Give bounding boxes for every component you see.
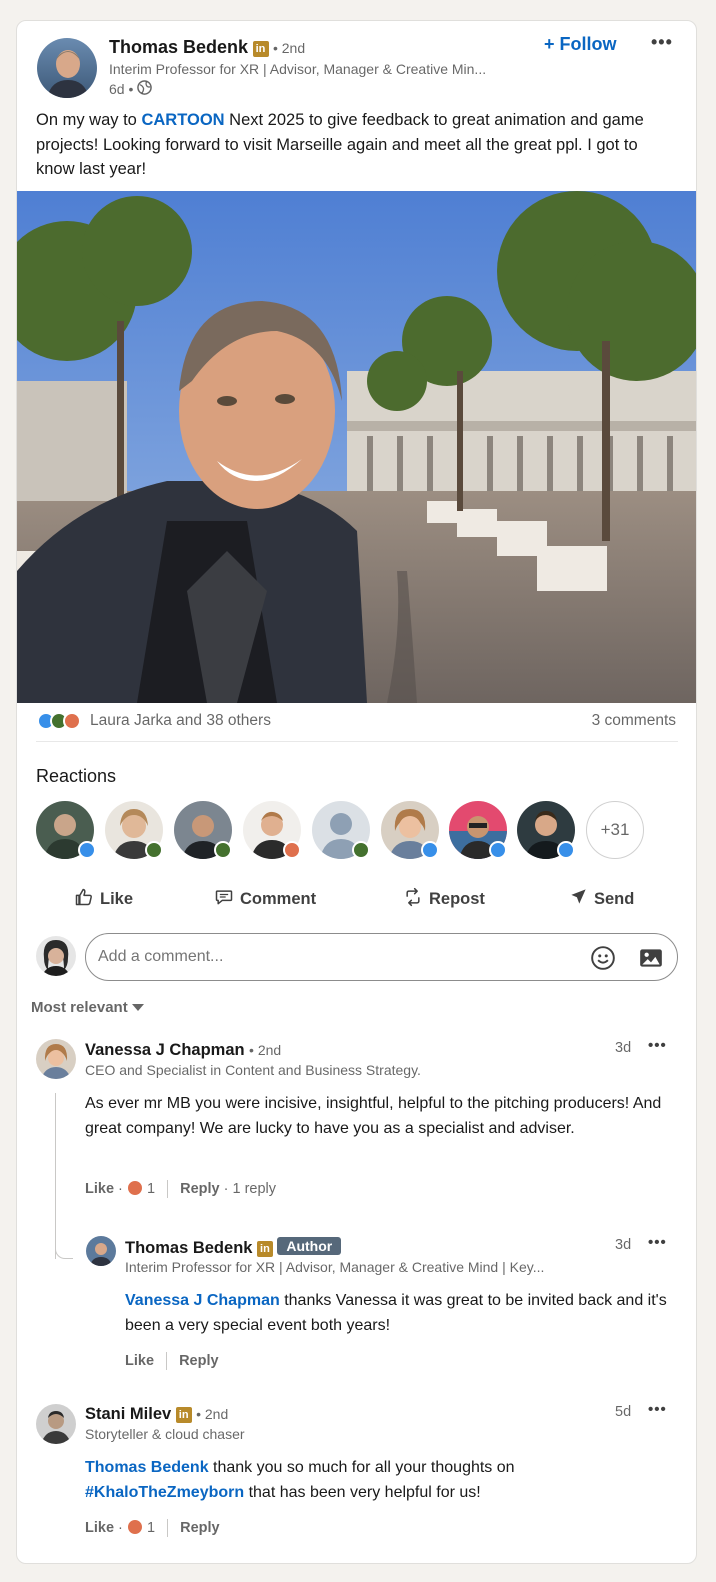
divider (36, 741, 678, 742)
repost-icon (403, 887, 423, 912)
commenter-avatar[interactable] (36, 1039, 76, 1079)
sort-dropdown[interactable]: Most relevant (31, 999, 144, 1016)
commenter-headline: Storyteller & cloud chaser (85, 1426, 245, 1442)
emoji-icon[interactable] (590, 945, 616, 976)
comment-reaction-count[interactable]: 1 (147, 1181, 155, 1197)
comment-button[interactable]: Comment (214, 887, 316, 912)
like-reaction-icon (489, 841, 507, 859)
love-reaction-icon (126, 1180, 143, 1196)
linkedin-premium-icon: in (252, 41, 269, 57)
author-badge: Author (277, 1237, 342, 1255)
post-image[interactable] (17, 191, 696, 703)
author-degree: • 2nd (272, 40, 306, 56)
like-reaction-icon (78, 841, 96, 859)
reactions-heading: Reactions (36, 766, 117, 786)
separator (167, 1180, 169, 1199)
repost-button[interactable]: Repost (403, 887, 485, 912)
love-reaction-icon (126, 1519, 143, 1535)
celebrate-reaction-icon (214, 841, 232, 859)
love-reaction-icon (63, 712, 81, 730)
comment-reply-button[interactable]: Reply (180, 1520, 220, 1536)
more-reactors-button[interactable]: +31 (586, 801, 644, 859)
love-reaction-icon (283, 841, 301, 859)
comment-text: Thomas Bedenk thank you so much for all … (85, 1459, 515, 1501)
reply-text: Vanessa J Chapman thanks Vanessa it was … (125, 1292, 667, 1334)
caret-down-icon (131, 999, 144, 1016)
more-reactors-count: +31 (600, 820, 630, 839)
author-avatar[interactable] (37, 38, 97, 98)
comment-like-button[interactable]: Like (85, 1181, 114, 1197)
reply-reply-button[interactable]: Reply (179, 1353, 219, 1369)
comment-reply-button[interactable]: Reply (180, 1181, 220, 1197)
like-button[interactable]: Like (74, 887, 133, 912)
cartoon-link[interactable]: CARTOON (141, 111, 224, 129)
reactions-summary[interactable]: Laura Jarka and 38 others (90, 712, 271, 730)
reply-author-headline: Interim Professor for XR | Advisor, Mana… (125, 1259, 545, 1275)
linkedin-premium-icon: in (256, 1241, 273, 1257)
comment-options-icon[interactable]: ••• (648, 1037, 667, 1054)
comment-time: 5d (615, 1404, 632, 1420)
commenter-name[interactable]: Vanessa J Chapman (85, 1041, 245, 1059)
commenter-headline: CEO and Specialist in Content and Busine… (85, 1062, 421, 1078)
commenter-degree: • 2nd (249, 1042, 282, 1058)
comment-time: 3d (615, 1040, 632, 1056)
comment-reaction-count[interactable]: 1 (147, 1520, 155, 1536)
reaction-icons[interactable] (37, 712, 89, 730)
reply-options-icon[interactable]: ••• (648, 1234, 667, 1251)
celebrate-reaction-icon (352, 841, 370, 859)
post-time: 6d • (109, 81, 134, 97)
hashtag-link[interactable]: #KhaloTheZmeyborn (85, 1484, 244, 1501)
comment-options-icon[interactable]: ••• (648, 1401, 667, 1418)
separator (167, 1519, 169, 1538)
send-button[interactable]: Send (569, 887, 634, 911)
mention-link[interactable]: Vanessa J Chapman (125, 1292, 280, 1309)
linkedin-premium-icon: in (175, 1407, 192, 1423)
globe-icon (137, 80, 153, 98)
image-icon[interactable] (638, 945, 664, 976)
current-user-avatar (36, 936, 76, 976)
celebrate-reaction-icon (145, 841, 163, 859)
commenter-avatar[interactable] (36, 1404, 76, 1444)
comment-input-field[interactable] (98, 946, 568, 968)
commenter-degree: • 2nd (196, 1406, 229, 1422)
post-card: Thomas Bedenk in • 2nd Interim Professor… (16, 20, 697, 1564)
comment-like-button[interactable]: Like (85, 1520, 114, 1536)
thumbs-up-icon (74, 887, 94, 912)
like-reaction-icon (421, 841, 439, 859)
mention-link[interactable]: Thomas Bedenk (85, 1459, 209, 1476)
send-icon (569, 887, 588, 911)
like-reaction-icon (557, 841, 575, 859)
reply-author-name[interactable]: Thomas Bedenk (125, 1239, 252, 1257)
comments-count[interactable]: 3 comments (592, 712, 676, 730)
more-options-icon[interactable]: ••• (651, 32, 673, 53)
reply-count[interactable]: · 1 reply (224, 1181, 276, 1197)
comment-text: As ever mr MB you were incisive, insight… (85, 1095, 662, 1137)
author-headline: Interim Professor for XR | Advisor, Mana… (109, 61, 487, 77)
thread-curve (55, 1233, 73, 1259)
reply-time: 3d (615, 1237, 632, 1253)
separator (166, 1352, 168, 1370)
reply-like-button[interactable]: Like (125, 1353, 154, 1369)
comment-icon (214, 887, 234, 912)
commenter-name[interactable]: Stani Milev (85, 1405, 171, 1423)
comment-input[interactable] (85, 933, 678, 981)
author-name[interactable]: Thomas Bedenk (109, 37, 248, 57)
follow-button[interactable]: + Follow (544, 34, 617, 55)
reply-author-avatar[interactable] (86, 1236, 116, 1266)
post-text: On my way to CARTOON Next 2025 to give f… (36, 111, 644, 178)
